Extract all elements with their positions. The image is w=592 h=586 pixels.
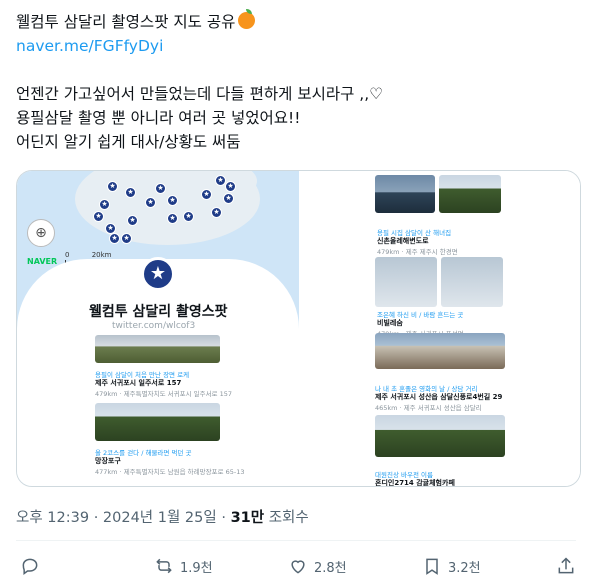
map-pin-icon: ★ (93, 211, 104, 222)
meta-separator: · (221, 510, 226, 526)
place-address: 465km · 제주 서귀포시 성산읍 삼달리 (375, 404, 482, 412)
place-name: 혼디인2714 감귤체험카페 (375, 479, 455, 487)
heart-icon (291, 560, 305, 574)
place-address: 477km · 제주특별자치도 남원읍 하례망장포로 65-13 (95, 468, 245, 476)
scale-distance: 20km (91, 251, 112, 259)
list-title: 웰컴투 삼달리 촬영스팟 (89, 304, 228, 320)
tweet-title: 웰컴투 삼달리 촬영스팟 지도 공유 (16, 13, 236, 31)
naver-logo: NAVER (27, 257, 58, 266)
reply-button[interactable] (20, 554, 46, 578)
bookmark-icon (426, 558, 438, 575)
map-pin-icon: ★ (167, 195, 178, 206)
place-photo (439, 175, 501, 213)
map-pin-icon: ★ (201, 189, 212, 200)
map-pin-icon: ★ (223, 193, 234, 204)
map-pin-icon: ★ (127, 215, 138, 226)
map-pin-icon: ★ (125, 187, 136, 198)
tweet-link[interactable]: naver.me/FGFfyDyi (16, 34, 576, 58)
map-pin-icon: ★ (167, 213, 178, 224)
scale-zero: 0 (65, 251, 70, 259)
place-photo (375, 257, 437, 307)
map-pin-icon: ★ (211, 207, 222, 218)
tweet-line-5: 어딘지 알기 쉽게 대사/상황도 써둠 (16, 133, 241, 151)
retweet-button[interactable]: 1.9천 (154, 554, 213, 578)
place-photo (375, 333, 505, 369)
location-target-icon[interactable]: ⊕ (27, 219, 55, 247)
place-name: 제주 서귀포시 성산읍 삼달신풍로4번길 29 (375, 393, 503, 401)
tweet-line-4: 용필삼달 촬영 뿐 아니라 여러 곳 넣었어요!! (16, 109, 301, 127)
divider (16, 540, 576, 541)
action-bar: 1.9천 2.8천 3.2천 (20, 554, 576, 580)
tweet-meta: 오후 12:39 · 2024년 1월 25일 · 31만 조회수 (16, 506, 309, 527)
like-count: 2.8천 (314, 560, 347, 576)
tweet-media[interactable]: ★ ★ ★ ★ ★ ★ ★ ★ ★ ★ ★ ★ ★ ★ ★ ★ ★ ★ ⊕ 0 … (16, 170, 581, 487)
orange-emoji-icon (238, 9, 256, 29)
tweet-time[interactable]: 오후 12:39 (16, 510, 89, 526)
place-address: 479km · 제주특별자치도 서귀포시 일주서로 157 (95, 390, 233, 398)
retweet-count: 1.9천 (180, 560, 213, 576)
place-photo (441, 257, 503, 307)
map-pin-icon: ★ (215, 175, 226, 186)
map-pin-icon: ★ (99, 199, 110, 210)
place-name: 제주 서귀포시 일주서로 157 (95, 379, 182, 387)
place-name: 망장포구 (95, 457, 121, 465)
tweet-line-3: 언젠간 가고싶어서 만들었는데 다들 편하게 보시라구 ,,♡ (16, 85, 384, 103)
place-photo (375, 175, 435, 213)
bookmark-button[interactable]: 3.2천 (422, 554, 481, 578)
map-pin-icon: ★ (121, 233, 132, 244)
map-pin-icon: ★ (107, 181, 118, 192)
tweet-date[interactable]: 2024년 1월 25일 (103, 510, 217, 526)
map-pin-icon: ★ (145, 197, 156, 208)
map-image[interactable]: ★ ★ ★ ★ ★ ★ ★ ★ ★ ★ ★ ★ ★ ★ ★ ★ ★ ★ ⊕ 0 … (17, 171, 299, 486)
bookmark-count: 3.2천 (448, 560, 481, 576)
map-pin-icon: ★ (183, 211, 194, 222)
tweet-text: 웰컴투 삼달리 촬영스팟 지도 공유 naver.me/FGFfyDyi 언젠간… (16, 9, 576, 154)
place-photo (375, 415, 505, 457)
place-list-image[interactable]: 용필 시집 삼달이 산 해녀집 신촌올레해변도로 479km · 제주 제주시 … (299, 171, 580, 487)
map-pin-icon: ★ (155, 183, 166, 194)
place-photo (95, 335, 220, 363)
map-pin-icon: ★ (225, 181, 236, 192)
place-name: 신촌올레해변도로 (377, 237, 429, 245)
view-count: 31만 (230, 510, 265, 526)
tweet-title-line: 웰컴투 삼달리 촬영스팟 지도 공유 (16, 9, 576, 34)
map-pin-icon: ★ (109, 233, 120, 244)
star-icon: ★ (141, 257, 175, 291)
list-subtitle: twitter.com/wlcof3 (112, 321, 196, 331)
view-label: 조회수 (268, 510, 309, 526)
retweet-icon (156, 558, 172, 574)
share-icon (558, 557, 574, 574)
like-button[interactable]: 2.8천 (288, 554, 347, 578)
place-name: 비빌레숨 (377, 319, 403, 327)
place-photo (95, 403, 220, 441)
place-address: 479km · 제주 제주시 한경면 (377, 248, 458, 256)
meta-separator: · (93, 510, 99, 526)
reply-icon (22, 558, 38, 575)
share-button[interactable] (556, 554, 576, 578)
